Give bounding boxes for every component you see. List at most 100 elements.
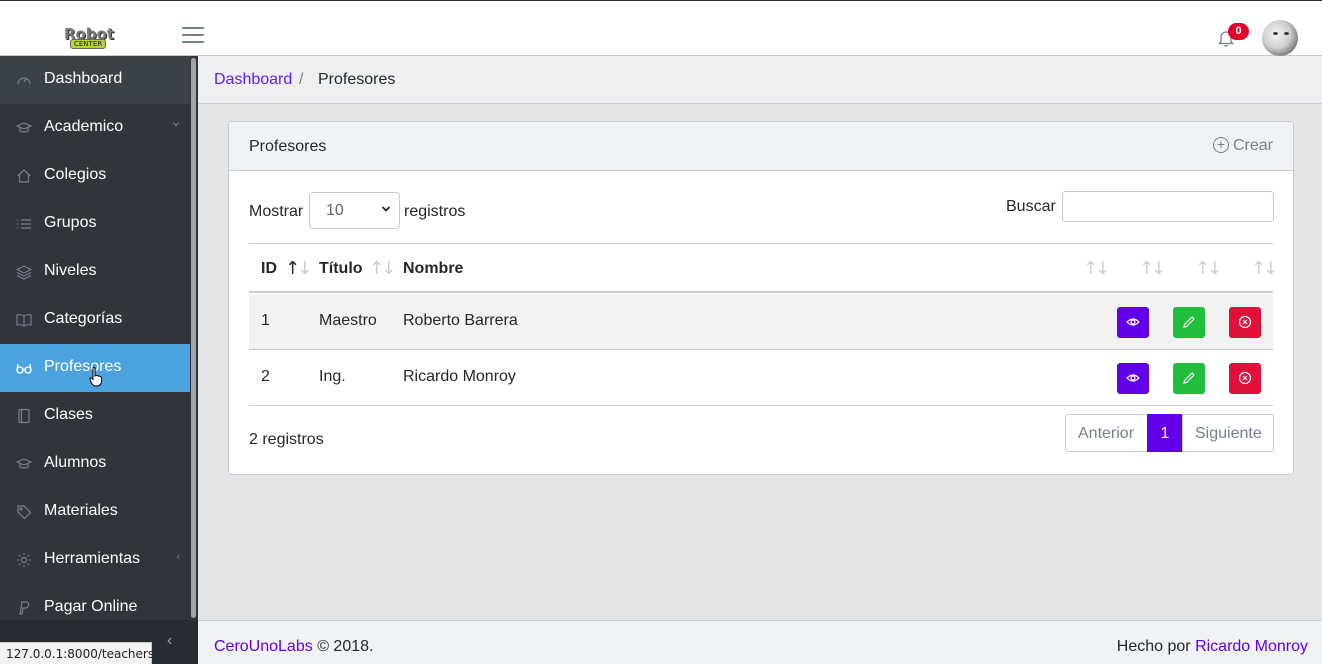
home-icon [16,168,32,184]
sidebar-item-label: Pagar Online [44,598,138,615]
sidebar-item-academico[interactable]: Academico [0,104,190,152]
card-title: Profesores [249,138,327,155]
cell-nombre: Roberto Barrera [403,312,518,329]
edit-button[interactable] [1173,363,1205,394]
table-header-row: ID ↑↓ Título ↑↓ Nombre ↑↓ ↑↓ ↑↓ ↑↓ [249,243,1278,293]
avatar[interactable] [1262,20,1298,56]
layers-icon [15,264,33,280]
delete-button[interactable] [1229,307,1261,338]
gear-icon [16,552,32,568]
paypal-icon [16,600,32,616]
eyeglasses-icon [16,360,32,376]
breadcrumb-current: Profesores [318,71,396,88]
page-size-value: 10 [326,202,344,219]
hand-cursor-icon [89,367,102,387]
sidebar-item-label: Alumnos [44,454,107,471]
sidebar-item-alumnos[interactable]: Alumnos [0,440,190,488]
book-open-icon [16,312,32,328]
sidebar-item-colegios[interactable]: Colegios [0,152,190,200]
breadcrumb-separator: / [299,71,304,88]
cell-id: 2 [261,368,270,385]
cell-titulo: Maestro [319,312,377,329]
sidebar-item-label: Clases [44,406,93,423]
app-header: Robot CENTER 0 [0,0,1322,56]
footer-copyright: CeroUnoLabs © 2018. [214,638,373,656]
chevron-left-icon: ‹ [176,551,180,563]
sidebar-item-niveles[interactable]: Niveles [0,248,190,296]
close-circle-icon [1238,315,1252,329]
sidebar-item-label: Profesores [44,358,122,375]
sort-asc-icon[interactable]: ↑↓ [285,258,312,279]
breadcrumb-dashboard-link[interactable]: Dashboard [214,71,292,89]
sidebar-item-dashboard[interactable]: Dashboard [0,56,190,104]
show-label: Mostrar [249,203,304,220]
view-button[interactable] [1117,363,1149,394]
sidebar-item-categorias[interactable]: Categorías [0,296,190,344]
cell-titulo: Ing. [319,368,346,385]
sidebar-item-herramientas[interactable]: Herramientas ‹ [0,536,190,584]
graduation-cap-icon [15,456,33,472]
sidebar-item-label: Dashboard [44,70,123,87]
table-row: 1 Maestro Roberto Barrera [249,294,1273,350]
notebook-icon [16,408,32,424]
tag-icon [16,504,32,520]
pencil-icon [1183,372,1195,384]
sidebar-item-label: Academico [44,118,124,135]
sort-icon[interactable]: ↑↓ [1195,258,1222,279]
sort-icon[interactable]: ↑↓ [369,258,396,279]
menu-toggle-icon[interactable] [182,27,204,45]
chevron-down-icon [381,203,391,217]
app-footer: CeroUnoLabs © 2018. Hecho por Ricardo Mo… [198,620,1322,664]
chevron-down-icon [172,119,180,131]
records-summary: 2 registros [249,431,324,448]
sidebar-item-label: Herramientas [44,550,141,567]
close-circle-icon [1238,371,1252,385]
column-header-nombre[interactable]: Nombre [403,260,463,278]
search-input[interactable] [1062,191,1274,222]
eye-icon [1126,374,1140,382]
sort-icon[interactable]: ↑↓ [1083,258,1110,279]
pagination-page-1[interactable]: 1 [1147,414,1183,452]
brand-logo[interactable]: Robot CENTER [62,25,118,51]
notification-badge: 0 [1228,23,1249,40]
author-link[interactable]: Ricardo Monroy [1195,638,1308,655]
table-row: 2 Ing. Ricardo Monroy [249,350,1273,406]
footer-credits: Hecho por Ricardo Monroy [1117,638,1308,656]
sidebar-item-label: Grupos [44,214,97,231]
made-by-text: Hecho por [1116,638,1191,655]
pagination-next-button[interactable]: Siguiente [1182,414,1274,452]
sidebar-scrollbar[interactable] [190,56,198,664]
graduation-cap-icon [15,120,33,136]
sidebar-item-label: Categorías [44,310,123,327]
chevron-left-icon: ‹ [167,632,173,649]
card-header: Profesores + Crear [229,122,1293,171]
column-header-id[interactable]: ID [261,260,277,278]
sort-icon[interactable]: ↑↓ [1139,258,1166,279]
column-header-titulo[interactable]: Título [319,260,363,278]
plus-circle-icon: + [1212,137,1229,153]
list-icon [16,216,32,232]
sort-icon[interactable]: ↑↓ [1251,258,1278,279]
sidebar-item-clases[interactable]: Clases [0,392,190,440]
delete-button[interactable] [1229,363,1261,394]
pencil-icon [1183,316,1195,328]
sidebar-item-label: Colegios [44,166,107,183]
company-link[interactable]: CeroUnoLabs [214,638,313,655]
sidebar-item-label: Niveles [44,262,97,279]
edit-button[interactable] [1173,307,1205,338]
logo-text-bottom: CENTER [70,39,107,49]
pagination-previous-button[interactable]: Anterior [1065,414,1148,452]
view-button[interactable] [1117,307,1149,338]
create-button[interactable]: + Crear [1212,137,1273,155]
cell-nombre: Ricardo Monroy [403,368,516,385]
speedometer-icon [16,72,32,88]
copyright-text: © 2018. [317,638,374,655]
status-bar-url: 127.0.0.1:8000/teachers [0,642,154,664]
sidebar-item-grupos[interactable]: Grupos [0,200,190,248]
sidebar-item-label: Materiales [44,502,118,519]
sidebar-item-materiales[interactable]: Materiales [0,488,190,536]
page-size-select[interactable]: 10 [309,192,400,229]
breadcrumb: Dashboard / Profesores [198,56,1322,104]
create-label: Crear [1232,137,1273,154]
cell-id: 1 [261,312,270,329]
